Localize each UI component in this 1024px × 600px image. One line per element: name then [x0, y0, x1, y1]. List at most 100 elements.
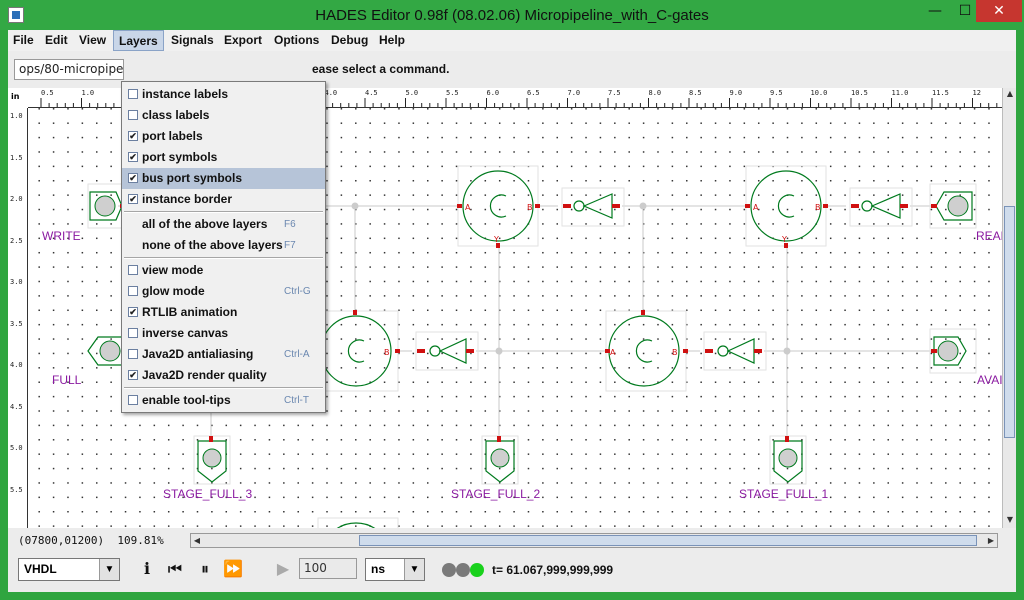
- title-bar: HADES Editor 0.98f (08.02.06) Micropipel…: [0, 0, 1024, 30]
- layers-menu-item[interactable]: Java2D antialiasing Ctrl-A: [122, 344, 325, 365]
- scroll-down-icon[interactable]: ▼: [1004, 514, 1016, 526]
- horizontal-scrollbar[interactable]: ◀ ▶: [190, 533, 998, 548]
- inverter-3[interactable]: [415, 331, 479, 371]
- c-gate-1[interactable]: A B Y: [457, 165, 540, 248]
- inverter-1[interactable]: [561, 187, 625, 227]
- checkbox-icon[interactable]: ✔: [128, 370, 138, 380]
- status-led-icon: [456, 563, 470, 577]
- layers-menu-item[interactable]: ✔ RTLIB animation: [122, 302, 325, 323]
- step-icon[interactable]: ▶: [272, 558, 294, 580]
- ruler-tick-label: 2.5: [10, 236, 23, 245]
- menu-file[interactable]: File: [8, 30, 39, 51]
- layers-menu-item-label: Java2D render quality: [142, 368, 267, 382]
- checkbox-icon[interactable]: [128, 328, 138, 338]
- info-icon[interactable]: i: [136, 558, 158, 580]
- checkbox-icon[interactable]: [128, 265, 138, 275]
- command-bar: ops/80-micropipeline ease select a comma…: [8, 52, 1016, 82]
- menu-signals[interactable]: Signals: [166, 30, 219, 51]
- layers-menu-item-label: instance labels: [142, 87, 229, 101]
- rewind-icon[interactable]: ⏮: [164, 558, 186, 580]
- c-gate-2[interactable]: A B Y: [745, 165, 828, 248]
- language-select[interactable]: VHDL ▼: [18, 558, 120, 581]
- layers-menu-item[interactable]: ✔ port symbols: [122, 147, 325, 168]
- label-write: WRITE: [42, 229, 81, 243]
- checkbox-icon[interactable]: [128, 286, 138, 296]
- checkbox-icon[interactable]: ✔: [128, 131, 138, 141]
- label-stage-full-1: STAGE_FULL_1: [739, 487, 828, 501]
- layers-menu-item-label: enable tool-tips: [142, 393, 231, 407]
- c-gate-3[interactable]: B: [317, 310, 400, 392]
- time-unit-select[interactable]: ns ▼: [365, 558, 425, 581]
- pause-icon[interactable]: ⏸: [194, 558, 216, 580]
- inverter-4[interactable]: [703, 331, 767, 371]
- layers-menu-item-label: view mode: [142, 263, 204, 277]
- layers-menu-item[interactable]: class labels: [122, 105, 325, 126]
- ipin-full[interactable]: [87, 336, 125, 366]
- simulation-time: t= 61.067,999,999,999: [492, 563, 614, 577]
- chevron-down-icon[interactable]: ▼: [99, 559, 119, 580]
- checkbox-icon[interactable]: [128, 349, 138, 359]
- fast-forward-icon[interactable]: ⏩: [222, 558, 244, 580]
- menu-options[interactable]: Options: [269, 30, 324, 51]
- c-gate-5-partial[interactable]: [317, 517, 399, 528]
- status-bar: (07800,01200) 109.81% ◀ ▶: [8, 530, 1016, 550]
- menu-accelerator: Ctrl-A: [284, 349, 310, 360]
- horizontal-scroll-thumb[interactable]: [359, 535, 977, 546]
- c-gate-4[interactable]: A B: [605, 310, 688, 392]
- ruler-tick-label: 4.0: [10, 361, 23, 369]
- design-path-field[interactable]: ops/80-micropipeline: [14, 59, 124, 80]
- menu-debug[interactable]: Debug: [326, 30, 373, 51]
- vertical-scrollbar[interactable]: ▲ ▼: [1002, 88, 1016, 528]
- layers-menu-item-label: bus port symbols: [142, 171, 243, 185]
- probe-stage-full-1[interactable]: [769, 435, 807, 485]
- run-time-field[interactable]: 100: [299, 558, 357, 579]
- close-button[interactable]: ✕: [976, 0, 1022, 22]
- menu-view[interactable]: View: [74, 30, 111, 51]
- checkbox-icon[interactable]: [128, 395, 138, 405]
- layers-menu-item[interactable]: ✔ port labels: [122, 126, 325, 147]
- menu-separator: [124, 211, 323, 213]
- layers-menu-item[interactable]: view mode: [122, 260, 325, 281]
- layers-menu-item[interactable]: none of the above layers F7: [122, 235, 325, 256]
- layers-menu-item[interactable]: ✔ bus port symbols: [122, 168, 325, 189]
- minimize-button[interactable]: —: [920, 0, 950, 22]
- layers-menu-item[interactable]: ✔ instance border: [122, 189, 325, 210]
- svg-text:A: A: [753, 203, 759, 212]
- chevron-down-icon[interactable]: ▼: [404, 559, 424, 580]
- scroll-left-icon[interactable]: ◀: [191, 534, 203, 547]
- simulation-toolbar: VHDL ▼ i ⏮ ⏸ ⏩ ▶ 100 ns ▼ t= 61.067,999,…: [8, 552, 1016, 592]
- opin-read[interactable]: [929, 183, 977, 229]
- layers-menu-item[interactable]: all of the above layers F6: [122, 214, 325, 235]
- checkbox-icon[interactable]: ✔: [128, 152, 138, 162]
- scroll-right-icon[interactable]: ▶: [985, 534, 997, 547]
- checkbox-icon[interactable]: ✔: [128, 173, 138, 183]
- svg-text:B: B: [815, 203, 821, 212]
- layers-menu-item[interactable]: enable tool-tips Ctrl-T: [122, 390, 325, 411]
- zoom-level: 109.81%: [117, 534, 164, 547]
- vertical-scroll-thumb[interactable]: [1004, 206, 1015, 438]
- client-area: File Edit View Layers Signals Export Opt…: [8, 30, 1016, 592]
- probe-stage-full-3[interactable]: [193, 435, 231, 485]
- menu-separator: [124, 257, 323, 259]
- layers-dropdown-menu: instance labels class labels ✔ port labels ✔…: [121, 81, 326, 413]
- layers-menu-item[interactable]: glow mode Ctrl-G: [122, 281, 325, 302]
- checkbox-icon[interactable]: [128, 89, 138, 99]
- layers-menu-item[interactable]: inverse canvas: [122, 323, 325, 344]
- opin-avail[interactable]: [929, 328, 977, 374]
- svg-text:B: B: [384, 348, 390, 357]
- probe-stage-full-2[interactable]: [481, 435, 519, 485]
- svg-text:B: B: [527, 203, 533, 212]
- menu-layers[interactable]: Layers: [113, 30, 164, 51]
- menu-accelerator: F6: [284, 219, 296, 230]
- menu-help[interactable]: Help: [374, 30, 410, 51]
- menu-export[interactable]: Export: [219, 30, 267, 51]
- scroll-up-icon[interactable]: ▲: [1004, 88, 1016, 100]
- inverter-2[interactable]: [849, 187, 913, 227]
- menu-bar: File Edit View Layers Signals Export Opt…: [8, 30, 1016, 51]
- layers-menu-item[interactable]: instance labels: [122, 84, 325, 105]
- checkbox-icon[interactable]: [128, 110, 138, 120]
- checkbox-icon[interactable]: ✔: [128, 194, 138, 204]
- checkbox-icon[interactable]: ✔: [128, 307, 138, 317]
- menu-edit[interactable]: Edit: [40, 30, 73, 51]
- layers-menu-item[interactable]: ✔ Java2D render quality: [122, 365, 325, 386]
